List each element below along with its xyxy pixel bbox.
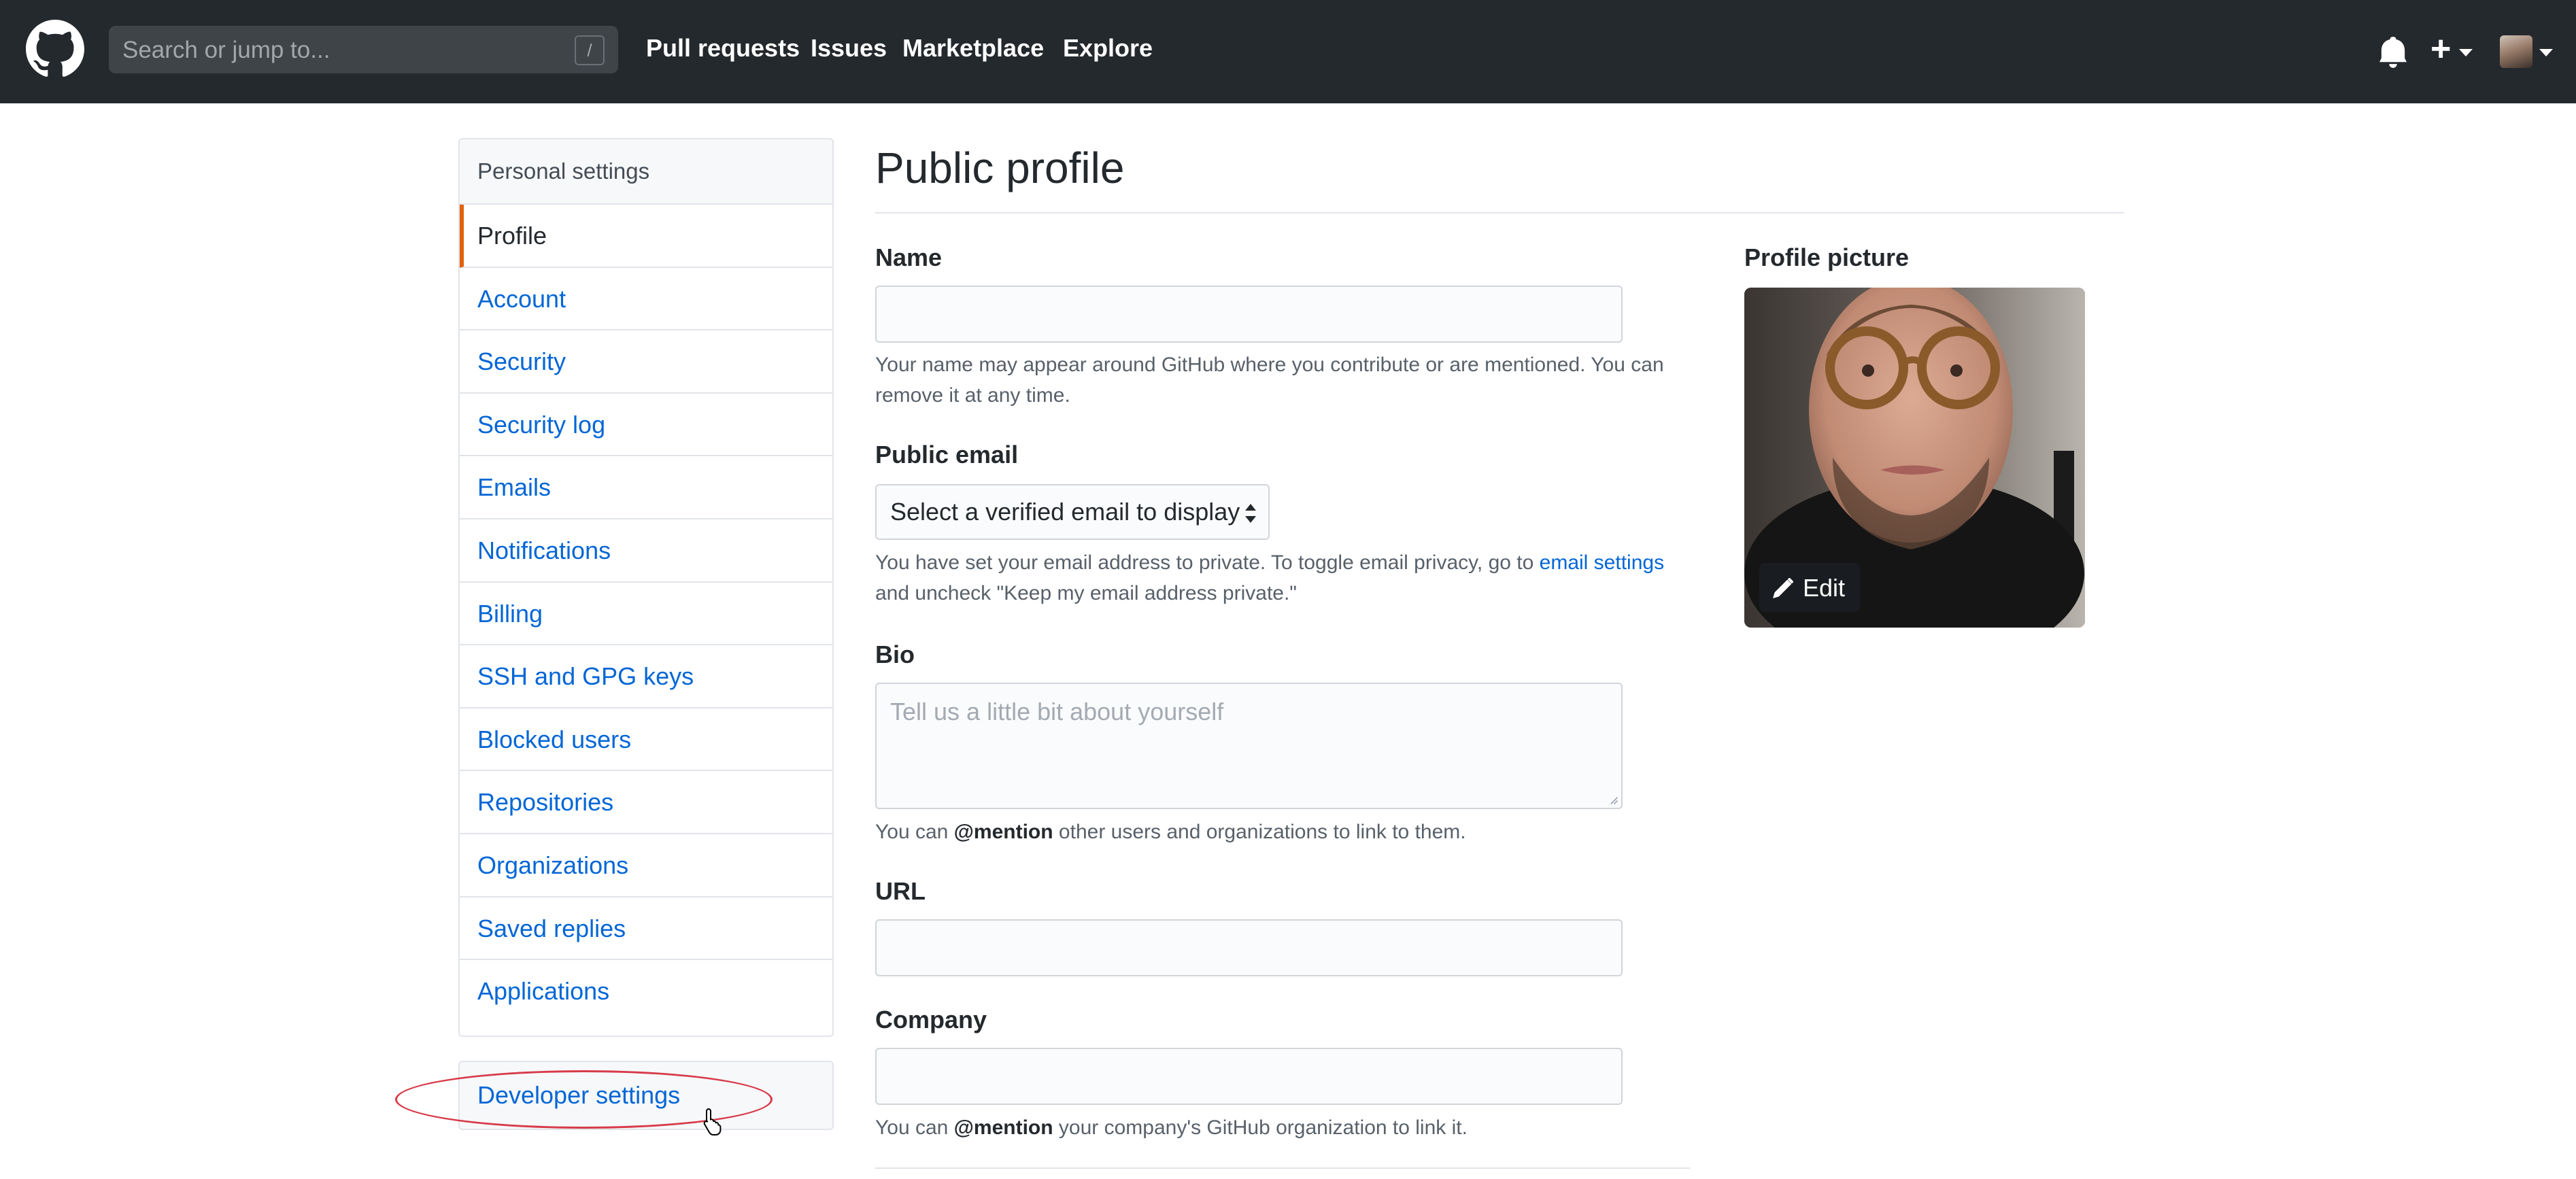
sidebar-item-account[interactable]: Account: [460, 268, 832, 331]
name-label: Name: [875, 243, 943, 271]
bio-help-text: You can @mention other users and organiz…: [875, 817, 1466, 847]
company-help-text: You can @mention your company's GitHub o…: [875, 1112, 1468, 1143]
profile-picture-label: Profile picture: [1744, 243, 1910, 271]
sidebar-item-saved-replies[interactable]: Saved replies: [460, 898, 832, 961]
settings-sidebar: Personal settings Profile Account Securi…: [458, 138, 834, 1037]
bio-label: Bio: [875, 640, 915, 668]
bio-placeholder: Tell us a little bit about yourself: [890, 698, 1224, 725]
create-new-plus-icon[interactable]: +: [2430, 29, 2451, 69]
search-input[interactable]: Search or jump to... /: [109, 26, 618, 73]
form-divider: [875, 1167, 1690, 1169]
public-email-help-text: You have set your email address to priva…: [875, 547, 1691, 609]
public-email-label: Public email: [875, 441, 1019, 468]
search-placeholder: Search or jump to...: [122, 37, 331, 63]
sidebar-item-security-log[interactable]: Security log: [460, 394, 832, 457]
edit-label: Edit: [1803, 574, 1846, 602]
sidebar-item-developer-settings[interactable]: Developer settings: [458, 1061, 834, 1130]
sidebar-item-repositories[interactable]: Repositories: [460, 771, 832, 834]
bio-help-prefix: You can: [875, 821, 954, 843]
sidebar-item-security[interactable]: Security: [460, 330, 832, 394]
company-help-mention: @mention: [953, 1116, 1053, 1139]
sidebar-item-emails[interactable]: Emails: [460, 456, 832, 519]
notifications-bell-icon[interactable]: [2379, 37, 2407, 68]
hand-pointer-cursor-icon: [703, 1108, 722, 1135]
bio-textarea[interactable]: Tell us a little bit about yourself: [875, 683, 1623, 809]
sidebar-item-notifications[interactable]: Notifications: [460, 519, 832, 583]
bio-help-suffix: other users and organizations to link to…: [1053, 821, 1466, 843]
name-input[interactable]: [875, 286, 1623, 343]
nav-explore[interactable]: Explore: [1063, 34, 1153, 63]
nav-issues[interactable]: Issues: [811, 34, 887, 63]
user-avatar[interactable]: [2500, 35, 2532, 68]
public-email-help-suffix: and uncheck "Keep my email address priva…: [875, 582, 1297, 604]
sidebar-item-ssh-gpg-keys[interactable]: SSH and GPG keys: [460, 645, 832, 708]
nav-pull-requests[interactable]: Pull requests: [646, 34, 800, 63]
url-label: URL: [875, 877, 926, 905]
create-dropdown-caret-icon[interactable]: [2459, 49, 2473, 56]
title-divider: [875, 212, 2124, 213]
github-logo-icon[interactable]: [26, 20, 84, 78]
user-menu-caret-icon[interactable]: [2539, 49, 2553, 56]
email-settings-link[interactable]: email settings: [1540, 551, 1664, 574]
company-help-suffix: your company's GitHub organization to li…: [1053, 1116, 1468, 1139]
company-input[interactable]: [875, 1048, 1623, 1105]
public-email-select[interactable]: Select a verified email to display: [875, 484, 1270, 540]
public-email-selected-value: Select a verified email to display: [890, 498, 1240, 526]
company-help-prefix: You can: [875, 1116, 954, 1139]
sidebar-item-billing[interactable]: Billing: [460, 583, 832, 646]
select-arrows-icon: [1245, 504, 1256, 523]
company-label: Company: [875, 1006, 987, 1033]
url-input[interactable]: [875, 919, 1623, 976]
sidebar-item-blocked-users[interactable]: Blocked users: [460, 708, 832, 772]
top-navigation-bar: Search or jump to... / Pull requests Iss…: [0, 0, 2576, 103]
sidebar-item-organizations[interactable]: Organizations: [460, 834, 832, 898]
sidebar-heading: Personal settings: [460, 139, 832, 205]
sidebar-item-profile[interactable]: Profile: [460, 205, 832, 268]
profile-picture: Edit: [1744, 288, 2085, 628]
public-email-help-prefix: You have set your email address to priva…: [875, 551, 1540, 574]
nav-marketplace[interactable]: Marketplace: [902, 34, 1044, 63]
search-shortcut-key: /: [575, 35, 605, 65]
pencil-icon: [1773, 578, 1793, 598]
name-help-text: Your name may appear around GitHub where…: [875, 354, 1664, 407]
resize-handle-icon[interactable]: [1608, 794, 1619, 805]
page-title: Public profile: [875, 143, 1125, 192]
bio-help-mention: @mention: [953, 821, 1053, 843]
edit-profile-picture-button[interactable]: Edit: [1759, 563, 1860, 612]
sidebar-item-applications[interactable]: Applications: [460, 960, 832, 1023]
